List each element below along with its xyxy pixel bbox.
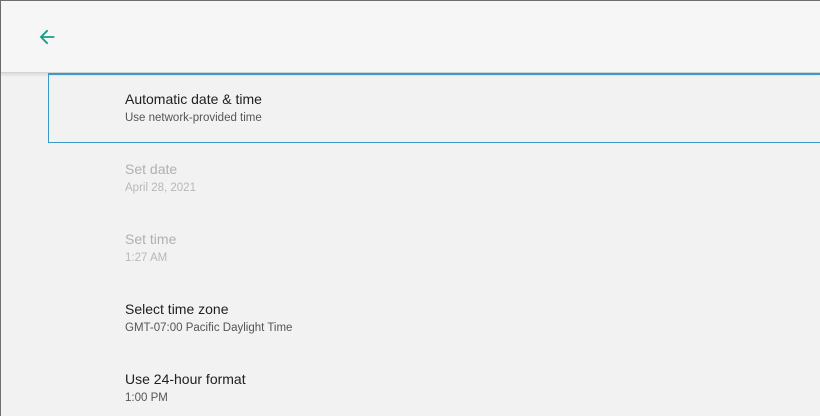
automatic-date-time-title: Automatic date & time bbox=[125, 91, 262, 107]
use-24-hour-format-summary: 1:00 PM bbox=[125, 392, 168, 404]
automatic-date-time-item[interactable]: Automatic date & time Use network-provid… bbox=[47, 73, 820, 143]
use-24-hour-format-title: Use 24-hour format bbox=[125, 371, 246, 387]
select-time-zone-item[interactable]: Select time zone GMT-07:00 Pacific Dayli… bbox=[1, 283, 820, 353]
set-date-title: Set date bbox=[125, 161, 178, 177]
set-date-summary: April 28, 2021 bbox=[125, 182, 196, 194]
back-button[interactable] bbox=[33, 23, 61, 51]
use-24-hour-format-item[interactable]: Use 24-hour format 1:00 PM bbox=[1, 353, 820, 416]
app-bar bbox=[1, 1, 820, 73]
set-date-item: Set date April 28, 2021 bbox=[1, 143, 820, 213]
arrow-left-icon bbox=[39, 29, 55, 45]
set-time-summary: 1:27 AM bbox=[125, 252, 168, 264]
settings-screen: Automatic date & time Use network-provid… bbox=[0, 0, 820, 416]
set-time-item: Set time 1:27 AM bbox=[1, 213, 820, 283]
set-time-title: Set time bbox=[125, 231, 177, 247]
select-time-zone-title: Select time zone bbox=[125, 301, 229, 317]
select-time-zone-summary: GMT-07:00 Pacific Daylight Time bbox=[125, 322, 293, 334]
automatic-date-time-summary: Use network-provided time bbox=[125, 112, 262, 124]
settings-list: Automatic date & time Use network-provid… bbox=[1, 73, 820, 416]
